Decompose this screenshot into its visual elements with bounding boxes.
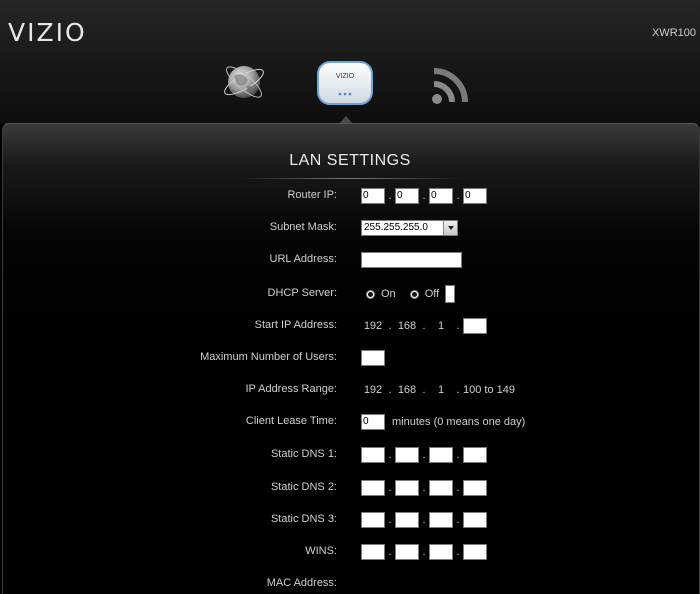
wifi-icon[interactable]: [428, 62, 476, 108]
start-ip-row: Start IP Address: 192 . 168 . 1 .: [0, 316, 700, 336]
dns3-label: Static DNS 3:: [270, 513, 337, 525]
ip-range-octet-1: 192: [363, 384, 383, 396]
max-users-label: Maximum Number of Users:: [200, 351, 337, 363]
dns2-octet-1[interactable]: [361, 480, 385, 496]
dhcp-on-radio[interactable]: [366, 289, 375, 299]
title-divider: [238, 178, 464, 179]
dns2-row: Static DNS 2: . . .: [0, 478, 700, 498]
ip-range-span: 100 to 149: [463, 384, 515, 396]
dns3-octet-4[interactable]: [463, 512, 487, 528]
dns1-octet-2[interactable]: [395, 447, 419, 463]
router-ip-label: Router IP:: [287, 189, 337, 201]
router-icon-label: VIZIO: [336, 73, 355, 80]
lease-time-hint: minutes (0 means one day): [392, 416, 526, 428]
ip-range-octet-2: 168: [397, 384, 417, 396]
subnet-mask-select[interactable]: 255.255.255.0: [361, 220, 458, 236]
router-ip-octet-3[interactable]: 0: [429, 188, 453, 204]
lease-time-label: Client Lease Time:: [245, 415, 337, 427]
dns1-label: Static DNS 1:: [270, 448, 337, 460]
dns1-octet-4[interactable]: [463, 447, 487, 463]
globe-icon[interactable]: [220, 58, 268, 106]
wins-row: WINS: . . .: [0, 542, 700, 562]
start-ip-octet-3: 1: [437, 320, 445, 332]
dhcp-off-radio[interactable]: [409, 289, 419, 299]
dhcp-off-label: Off: [424, 288, 440, 300]
wins-octet-4[interactable]: [463, 544, 487, 560]
ip-range-label: IP Address Range:: [245, 383, 337, 395]
url-address-input[interactable]: [361, 252, 462, 268]
max-users-row: Maximum Number of Users:: [0, 348, 700, 368]
lease-time-input[interactable]: 0: [361, 414, 385, 430]
start-ip-octet-2: 168: [397, 320, 417, 332]
dns2-octet-3[interactable]: [429, 480, 453, 496]
dhcp-extra-box: [445, 285, 456, 303]
chevron-down-icon[interactable]: [443, 221, 457, 235]
router-ip-octet-2[interactable]: 0: [395, 188, 419, 204]
dns3-row: Static DNS 3: . . .: [0, 510, 700, 530]
start-ip-octet-4-input[interactable]: [463, 318, 487, 334]
dns1-octet-3[interactable]: [429, 447, 453, 463]
start-ip-octet-1: 192: [363, 320, 383, 332]
wins-octet-1[interactable]: [361, 544, 385, 560]
ip-range-row: IP Address Range: 192 . 168 . 1 . 100 to…: [245, 383, 515, 396]
wins-label: WINS:: [305, 545, 337, 557]
lease-time-row: Client Lease Time: 0 minutes (0 means on…: [0, 412, 700, 432]
mac-address-label: MAC Address:: [266, 577, 337, 589]
dns3-octet-1[interactable]: [361, 512, 385, 528]
dns2-octet-4[interactable]: [463, 480, 487, 496]
header-bar: VIZIO XWR100 VIZIO: [0, 0, 700, 124]
wins-octet-3[interactable]: [429, 544, 453, 560]
model-name: XWR100: [651, 27, 696, 39]
url-address-row: URL Address:: [0, 250, 700, 270]
dns2-octet-2[interactable]: [395, 480, 419, 496]
dns3-octet-3[interactable]: [429, 512, 453, 528]
router-ip-octet-1[interactable]: 0: [361, 188, 385, 204]
subnet-mask-row: Subnet Mask: 255.255.255.0: [0, 218, 700, 238]
dns1-octet-1[interactable]: [361, 447, 385, 463]
max-users-input[interactable]: [361, 350, 385, 366]
ip-range-octet-3: 1: [437, 384, 445, 396]
dns1-row: Static DNS 1: . . .: [0, 445, 700, 465]
dhcp-server-row: DHCP Server: On Off: [0, 284, 700, 304]
router-icon[interactable]: VIZIO: [316, 60, 374, 106]
dns2-label: Static DNS 2:: [270, 481, 337, 493]
url-address-label: URL Address:: [269, 253, 337, 265]
dhcp-on-label: On: [381, 288, 396, 300]
subnet-mask-label: Subnet Mask:: [269, 221, 337, 233]
subnet-mask-value: 255.255.255.0: [364, 222, 428, 233]
start-ip-label: Start IP Address:: [254, 319, 337, 331]
panel-title: LAN SETTINGS: [289, 152, 411, 169]
mac-address-row: MAC Address:: [0, 574, 700, 594]
brand-logo: VIZIO: [8, 18, 87, 47]
wins-octet-2[interactable]: [395, 544, 419, 560]
dhcp-server-label: DHCP Server:: [267, 287, 337, 299]
dns3-octet-2[interactable]: [395, 512, 419, 528]
router-ip-octet-4[interactable]: 0: [463, 188, 487, 204]
router-ip-row: Router IP: 0 . 0 . 0 . 0: [0, 186, 700, 206]
